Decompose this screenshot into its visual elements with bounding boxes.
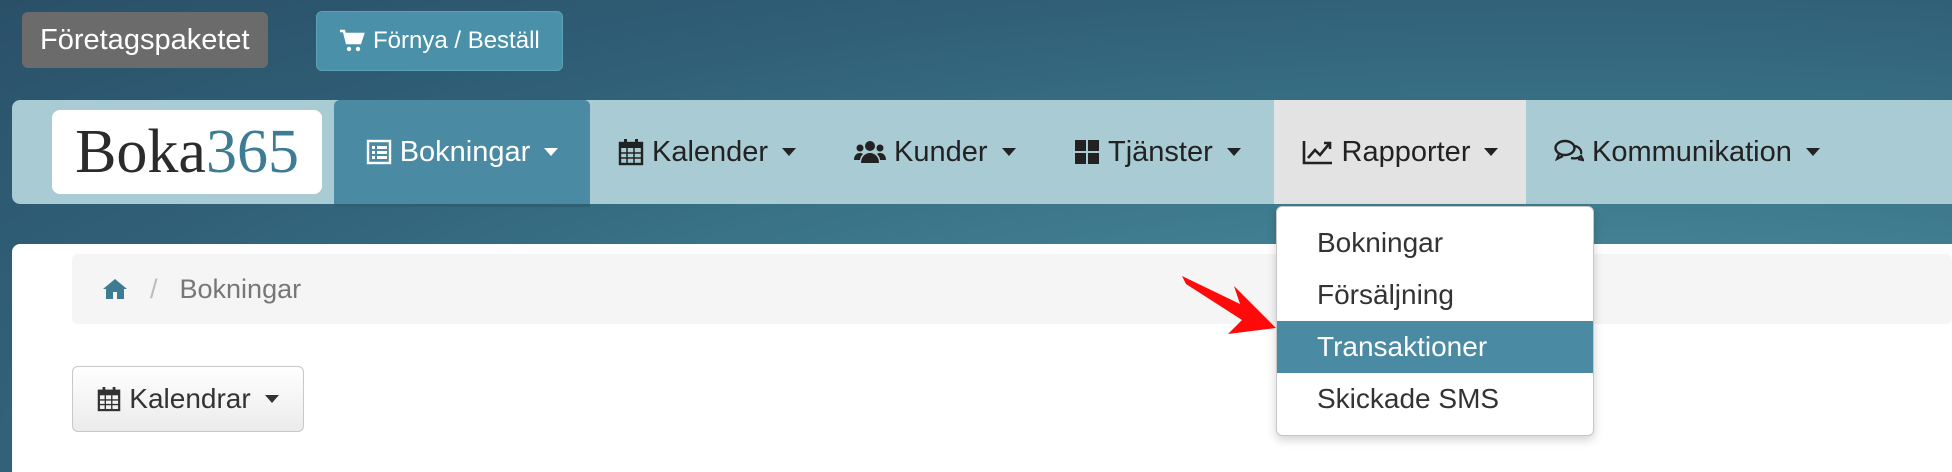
caret-down-icon (264, 395, 279, 403)
caret-down-icon (1805, 148, 1820, 156)
calendar-icon (97, 386, 121, 412)
nav-bokningar-label: Bokningar (399, 135, 531, 168)
menu-item-skickade-sms[interactable]: Skickade SMS (1277, 373, 1593, 425)
caret-down-icon (1484, 148, 1499, 156)
nav-kommunikation-label: Kommunikation (1592, 135, 1792, 168)
nav-tjanster[interactable]: Tjänster (1074, 100, 1241, 204)
calendar-icon (618, 138, 644, 166)
top-bar: Företagspaketet Förnya / Beställ (0, 0, 1952, 80)
breadcrumb-separator: / (150, 273, 158, 304)
nav-rapporter-label: Rapporter (1341, 135, 1471, 168)
boka365-logo[interactable]: Boka365 (52, 110, 322, 194)
users-icon (854, 139, 886, 165)
shopping-cart-icon (339, 29, 365, 53)
comments-icon (1554, 139, 1584, 165)
chart-line-icon (1302, 139, 1334, 165)
nav-kommunikation[interactable]: Kommunikation (1554, 100, 1820, 204)
main-navbar: Boka365 Bokningar Kalender Kunder Tjänst… (12, 100, 1952, 207)
list-icon (366, 139, 392, 165)
package-badge: Företagspaketet (22, 12, 268, 68)
home-icon[interactable] (102, 277, 128, 301)
nav-kunder-label: Kunder (894, 135, 988, 168)
menu-item-bokningar[interactable]: Bokningar (1277, 217, 1593, 269)
caret-down-icon (1226, 148, 1241, 156)
nav-kalender[interactable]: Kalender (618, 100, 797, 204)
nav-bokningar[interactable]: Bokningar (334, 100, 590, 207)
calendars-dropdown-button[interactable]: Kalendrar (72, 366, 304, 432)
nav-tjanster-label: Tjänster (1108, 135, 1213, 168)
red-arrow-pointer-icon (1180, 272, 1280, 338)
logo-number: 365 (205, 118, 299, 186)
rapporter-dropdown-menu: Bokningar Försäljning Transaktioner Skic… (1276, 206, 1594, 436)
menu-item-transaktioner[interactable]: Transaktioner (1277, 321, 1593, 373)
renew-order-label: Förnya / Beställ (373, 27, 540, 54)
breadcrumb: / Bokningar (72, 254, 1952, 324)
nav-kunder[interactable]: Kunder (854, 100, 1016, 204)
calendars-label: Kalendrar (129, 383, 251, 414)
nav-rapporter[interactable]: Rapporter (1274, 100, 1526, 204)
caret-down-icon (1001, 148, 1016, 156)
content-panel: / Bokningar Kalendrar (12, 244, 1952, 472)
renew-order-button[interactable]: Förnya / Beställ (316, 11, 563, 71)
caret-down-icon (544, 148, 559, 156)
nav-kalender-label: Kalender (652, 135, 769, 168)
caret-down-icon (782, 148, 797, 156)
menu-item-forsaljning[interactable]: Försäljning (1277, 269, 1593, 321)
grid-icon (1074, 139, 1100, 165)
logo-text: Boka (75, 118, 206, 186)
breadcrumb-current: Bokningar (179, 273, 302, 304)
